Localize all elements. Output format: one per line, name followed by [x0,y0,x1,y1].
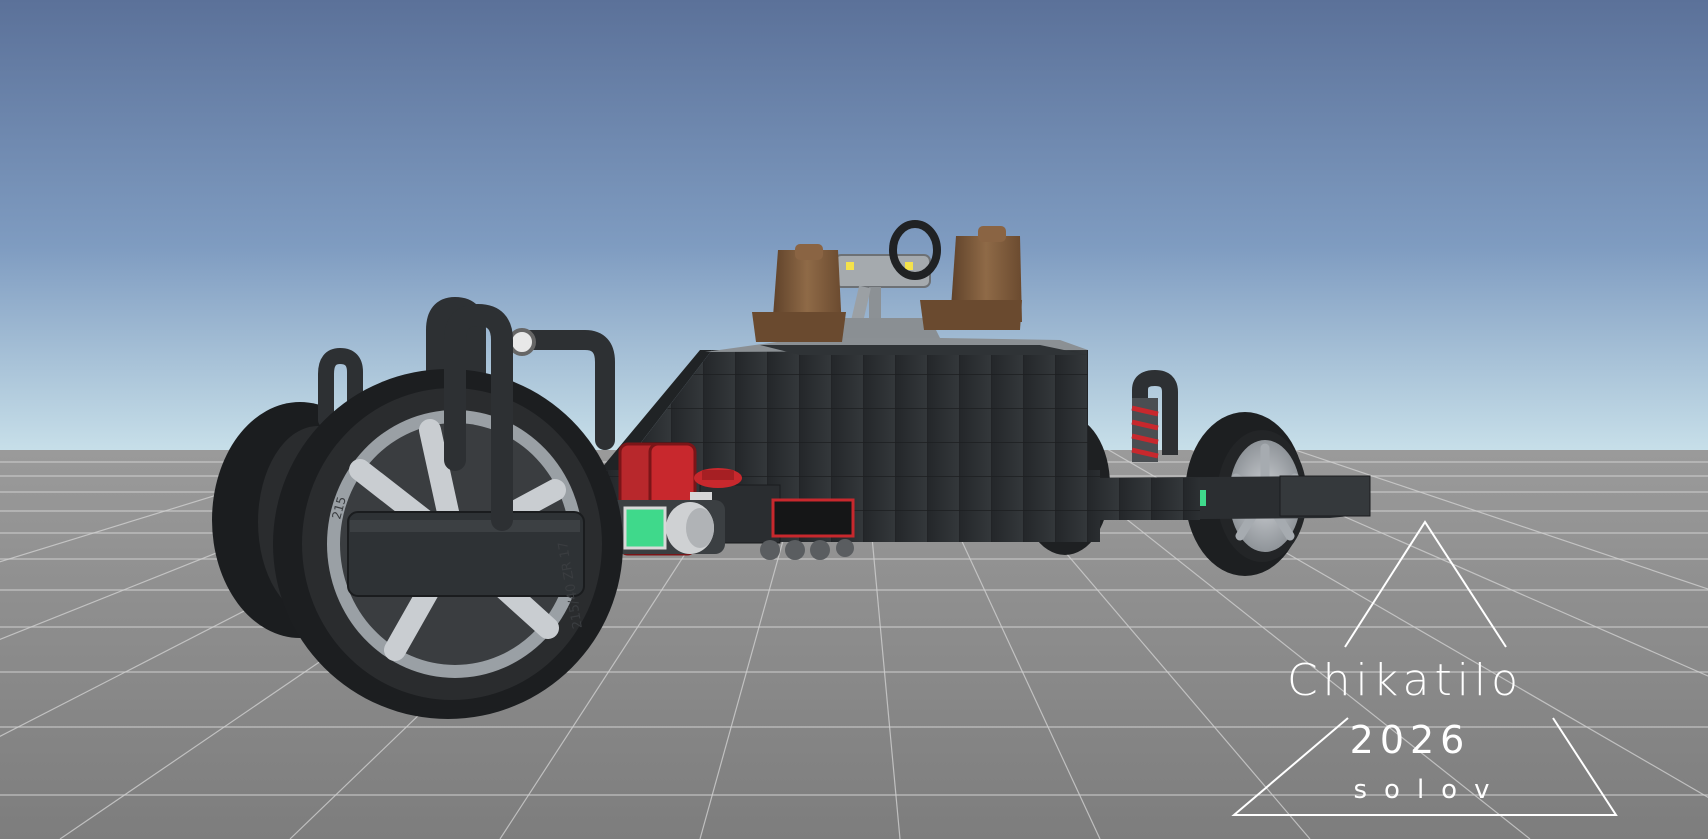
watermark-year: 2026 [1349,718,1471,762]
frame-joint [508,328,536,356]
3d-scene: 215/40 ZR 17 215 [0,0,1708,839]
game-viewport[interactable]: 215/40 ZR 17 215 Chikatilo 2026 solov [0,0,1708,839]
watermark-subtitle: solov [1353,775,1507,805]
watermark-title: Chikatilo [1286,655,1524,706]
front-green-light [623,506,667,550]
